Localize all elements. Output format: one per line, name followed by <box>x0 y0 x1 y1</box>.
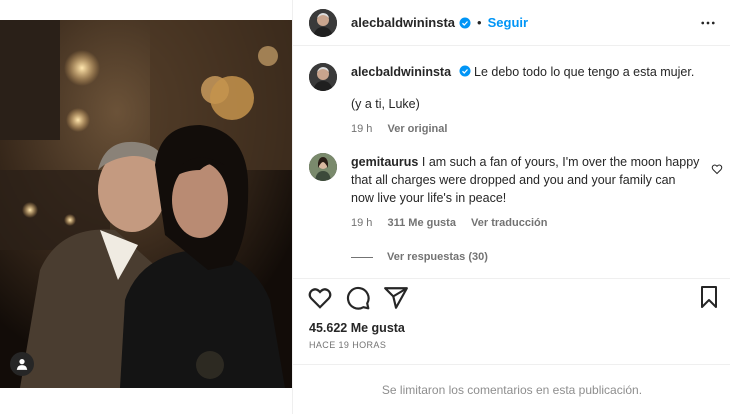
posted-ago[interactable]: HACE 19 HORAS <box>309 340 386 350</box>
comments-limited-notice: Se limitaron los comentarios en esta pub… <box>293 364 730 414</box>
bottom-margin <box>0 388 292 414</box>
heart-icon[interactable] <box>307 285 333 311</box>
avatar-image <box>309 153 337 181</box>
verified-icon <box>459 65 471 77</box>
caption-body: Le debo todo lo que tengo a esta mujer. <box>474 65 695 79</box>
commenter-avatar[interactable] <box>309 153 337 181</box>
post-photo[interactable] <box>0 20 292 388</box>
verified-icon <box>459 17 471 28</box>
share-icon[interactable] <box>383 285 409 311</box>
caption-text: alecbaldwininsta Le debo todo lo que ten… <box>351 63 701 81</box>
view-replies-button[interactable]: Ver respuestas (30) <box>351 251 715 263</box>
photo-illustration <box>0 20 292 388</box>
heart-icon[interactable] <box>711 163 723 175</box>
caption-meta: 19 h Ver original <box>351 123 701 135</box>
comment-icon[interactable] <box>345 285 371 311</box>
caption-avatar[interactable] <box>309 63 337 91</box>
comments-section: alecbaldwininsta Le debo todo lo que ten… <box>293 47 730 277</box>
follow-button[interactable]: Seguir <box>488 15 528 30</box>
caption-line2: (y a ti, Luke) <box>351 97 420 111</box>
top-margin <box>0 0 292 20</box>
tag-user-button[interactable] <box>10 352 34 376</box>
tag-user-icon <box>16 359 28 370</box>
caption-time[interactable]: 19 h <box>351 123 372 135</box>
post-header: alecbaldwininsta • Seguir <box>293 0 730 46</box>
author-avatar[interactable] <box>309 8 337 37</box>
action-icons <box>307 285 421 311</box>
comment-row: gemitaurus I am such a fan of yours, I'm… <box>309 153 723 229</box>
avatar-image <box>309 8 337 37</box>
more-icon[interactable] <box>699 14 717 32</box>
see-original-link[interactable]: Ver original <box>387 123 447 135</box>
likes-count[interactable]: 45.622 Me gusta <box>309 321 405 335</box>
comment-likes[interactable]: 311 Me gusta <box>387 217 455 229</box>
avatar-image <box>309 63 337 91</box>
post-side-panel: alecbaldwininsta • Seguir alecbaldwinins… <box>292 0 730 414</box>
see-translation-link[interactable]: Ver traducción <box>471 217 547 229</box>
commenter-username[interactable]: gemitaurus <box>351 155 418 169</box>
caption-row: alecbaldwininsta Le debo todo lo que ten… <box>309 63 715 135</box>
header-separator: • <box>477 15 482 30</box>
caption-username[interactable]: alecbaldwininsta <box>351 65 451 79</box>
comment-time[interactable]: 19 h <box>351 217 372 229</box>
replies-line <box>351 256 373 258</box>
instagram-post-modal: alecbaldwininsta • Seguir alecbaldwinins… <box>0 0 730 414</box>
comment-text: gemitaurus I am such a fan of yours, I'm… <box>351 153 701 207</box>
view-replies-label: Ver respuestas (30) <box>387 251 488 263</box>
comment-meta: 19 h 311 Me gusta Ver traducción <box>351 217 701 229</box>
bookmark-icon[interactable] <box>697 285 721 309</box>
author-username[interactable]: alecbaldwininsta <box>351 15 455 30</box>
